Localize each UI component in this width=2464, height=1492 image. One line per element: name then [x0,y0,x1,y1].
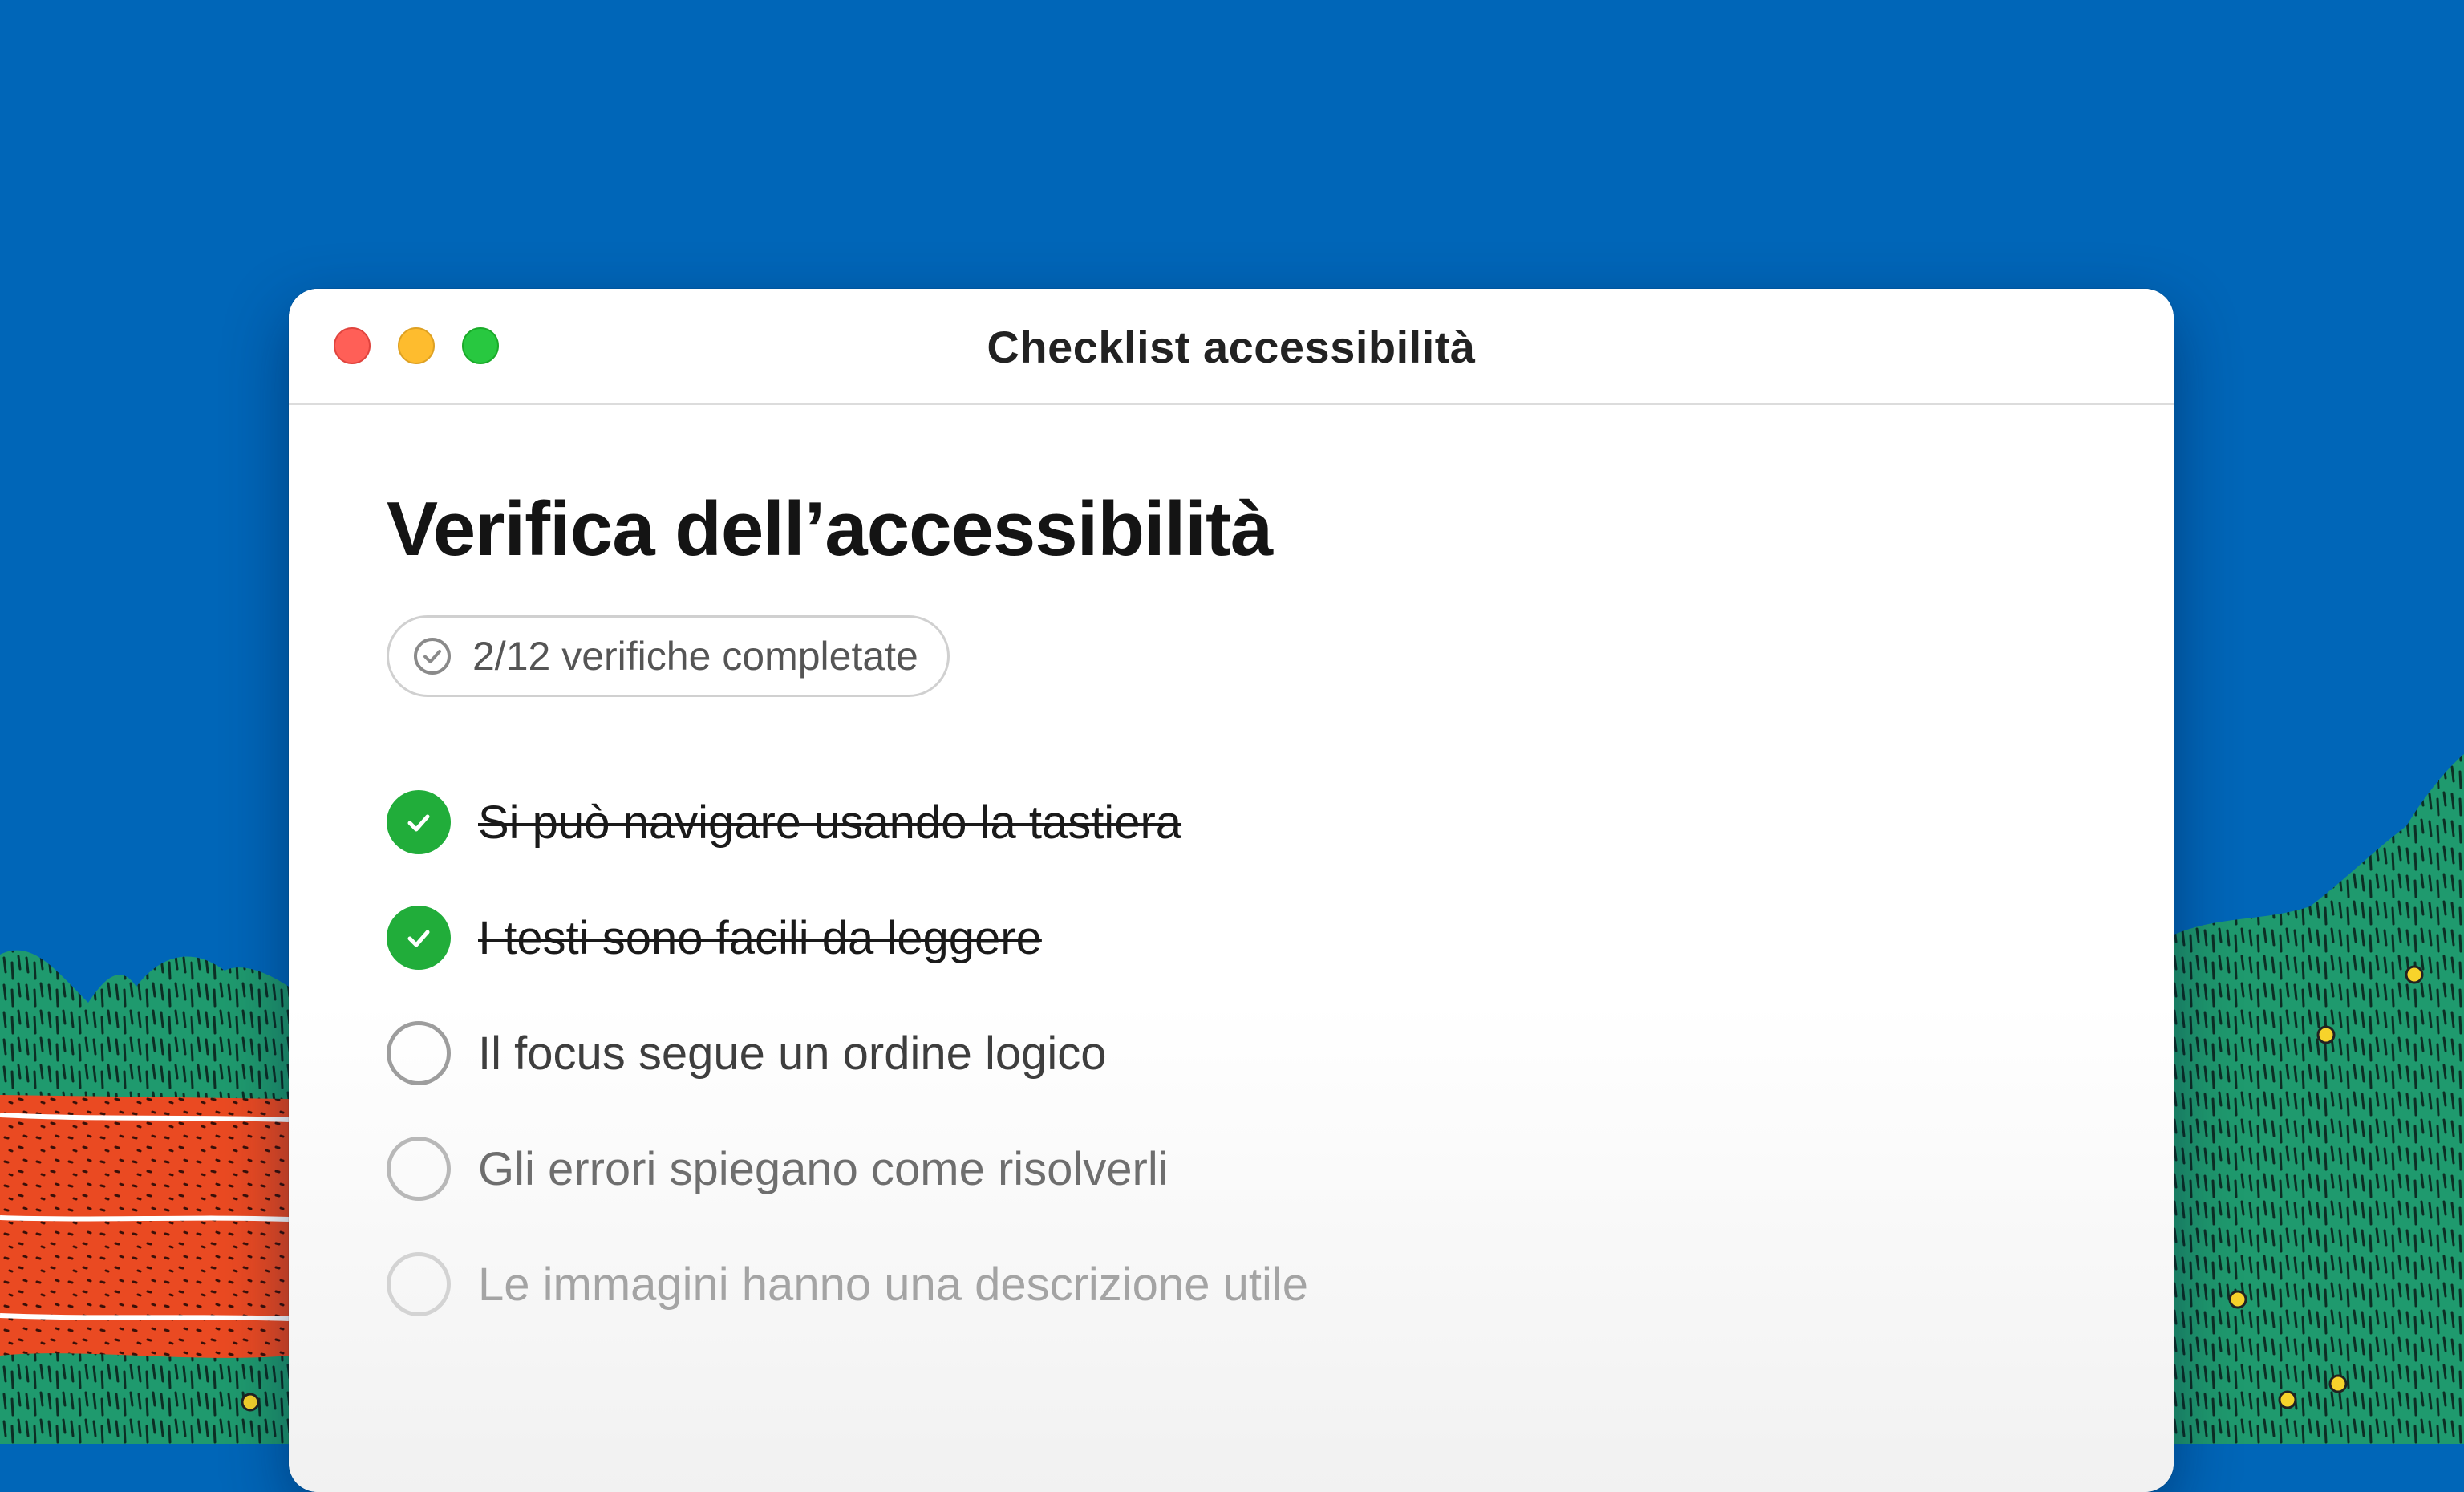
checklist-item[interactable]: Si può navigare usando la tastiera [387,790,1308,854]
checklist: Si può navigare usando la tastiera I tes… [387,790,1308,1368]
checklist-content: Verifica dell’accessibilità 2/12 verific… [289,405,2174,1492]
checklist-item-label: Le immagini hanno una descrizione utile [478,1258,1308,1311]
checklist-item[interactable]: Gli errori spiegano come risolverli [387,1137,1308,1201]
progress-badge: 2/12 verifiche completate [387,615,950,697]
checkbox-unchecked[interactable] [387,1252,451,1316]
checkmark-icon [407,930,430,947]
checklist-item-label: Si può navigare usando la tastiera [478,796,1182,849]
checkbox-checked[interactable] [387,906,451,970]
check-circle-icon [411,635,453,677]
checklist-item-label: I testi sono facili da leggere [478,911,1042,964]
window-titlebar[interactable]: Checklist accessibilità [289,289,2174,405]
checkbox-unchecked[interactable] [387,1137,451,1201]
window-title: Checklist accessibilità [987,322,1476,372]
checklist-item[interactable]: I testi sono facili da leggere [387,906,1308,970]
checkbox-checked[interactable] [387,790,451,854]
checklist-item-label: Gli errori spiegano come risolverli [478,1142,1169,1195]
checkmark-icon [407,814,430,832]
checklist-item[interactable]: Le immagini hanno una descrizione utile [387,1252,1308,1316]
checklist-item-label: Il focus segue un ordine logico [478,1027,1107,1080]
app-window: Checklist accessibilità Verifica dell’ac… [289,289,2174,1492]
page-title: Verifica dell’accessibilità [387,486,1273,572]
progress-label: 2/12 verifiche completate [472,634,918,679]
checklist-item[interactable]: Il focus segue un ordine logico [387,1021,1308,1085]
checkbox-unchecked[interactable] [387,1021,451,1085]
